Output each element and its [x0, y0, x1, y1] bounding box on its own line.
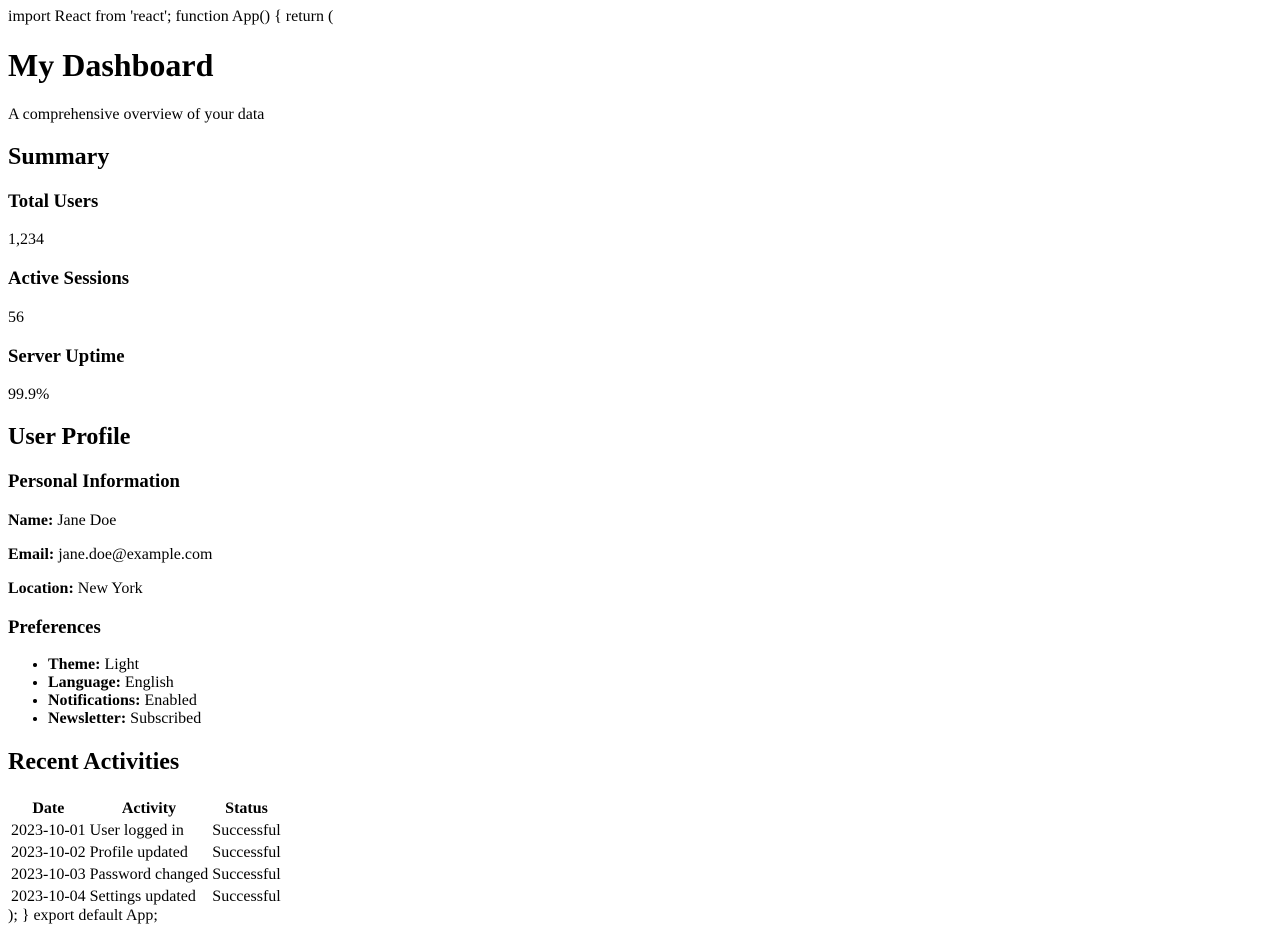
page-subtitle: A comprehensive overview of your data: [8, 106, 265, 123]
preference-label: Notifications:: [48, 692, 141, 709]
cell-status: Successful: [212, 844, 281, 861]
cell-activity: Password changed: [89, 866, 209, 883]
profile-email-label: Email:: [8, 546, 55, 563]
page-title: My Dashboard: [8, 47, 214, 83]
cell-date: 2023-10-04: [11, 888, 86, 905]
table-row: 2023-10-03 Password changed Successful: [10, 865, 282, 885]
cell-activity: Profile updated: [89, 844, 188, 861]
preference-item-theme: Theme: Light: [48, 656, 201, 674]
preference-value: Light: [104, 656, 140, 673]
cell-status: Successful: [212, 888, 281, 905]
user-profile-heading: User Profile: [8, 424, 131, 450]
cell-status: Successful: [212, 822, 281, 839]
column-header-status: Status: [225, 800, 268, 817]
profile-email-value: jane.doe@example.com: [58, 546, 213, 563]
table-row: 2023-10-04 Settings updated Successful: [10, 887, 282, 907]
preferences-list: Theme: Light Language: English Notificat…: [8, 656, 201, 728]
stat-value-server-uptime: 99.9%: [8, 386, 50, 403]
stat-value-total-users: 1,234: [8, 231, 44, 248]
preference-item-notifications: Notifications: Enabled: [48, 692, 201, 710]
stat-label-total-users: Total Users: [8, 191, 99, 212]
preference-label: Language:: [48, 674, 121, 691]
column-header-date: Date: [32, 800, 65, 817]
profile-location-value: New York: [77, 580, 143, 597]
profile-location-row: Location: New York: [8, 580, 143, 598]
table-row: 2023-10-01 User logged in Successful: [10, 821, 282, 841]
cell-date: 2023-10-03: [11, 866, 86, 883]
preference-value: English: [124, 674, 174, 691]
stat-label-server-uptime: Server Uptime: [8, 346, 125, 367]
code-text-bottom: ); } export default App;: [8, 907, 158, 924]
table-row: 2023-10-02 Profile updated Successful: [10, 843, 282, 863]
preference-value: Enabled: [144, 692, 197, 709]
table-header-row: Date Activity Status: [10, 799, 282, 819]
column-header-activity: Activity: [121, 800, 177, 817]
profile-email-row: Email: jane.doe@example.com: [8, 546, 212, 564]
profile-name-label: Name:: [8, 512, 54, 529]
profile-name-row: Name: Jane Doe: [8, 512, 116, 530]
personal-info-heading: Personal Information: [8, 471, 180, 492]
profile-location-label: Location:: [8, 580, 74, 597]
stat-label-active-sessions: Active Sessions: [8, 268, 130, 289]
cell-date: 2023-10-02: [11, 844, 86, 861]
cell-activity: User logged in: [89, 822, 184, 839]
preference-value: Subscribed: [130, 710, 202, 727]
preference-label: Newsletter:: [48, 710, 127, 727]
summary-heading: Summary: [8, 144, 110, 170]
code-text-top: import React from 'react'; function App(…: [8, 8, 334, 25]
preferences-heading: Preferences: [8, 617, 101, 638]
recent-activities-heading: Recent Activities: [8, 749, 180, 775]
preference-label: Theme:: [48, 656, 101, 673]
cell-status: Successful: [212, 866, 281, 883]
preference-item-language: Language: English: [48, 674, 201, 692]
cell-date: 2023-10-01: [11, 822, 86, 839]
stat-value-active-sessions: 56: [8, 309, 24, 326]
activities-table: Date Activity Status 2023-10-01 User log…: [8, 797, 284, 909]
preference-item-newsletter: Newsletter: Subscribed: [48, 710, 201, 728]
profile-name-value: Jane Doe: [57, 512, 117, 529]
cell-activity: Settings updated: [89, 888, 196, 905]
